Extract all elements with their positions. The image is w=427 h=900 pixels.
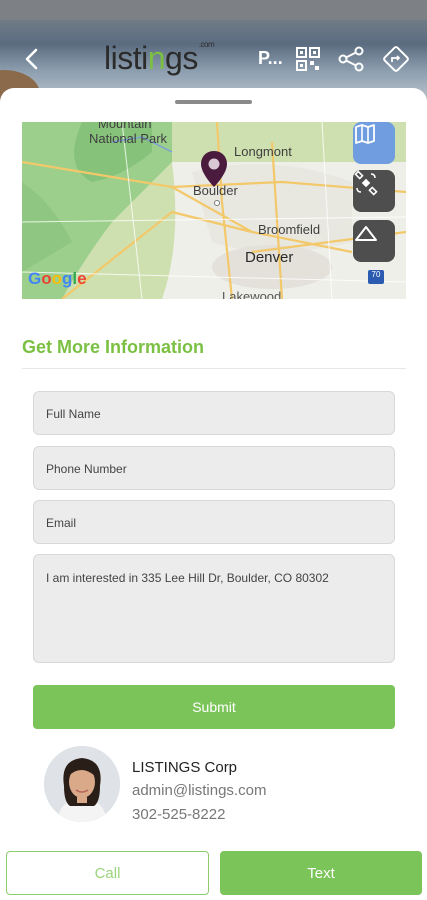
agent-name: LISTINGS Corp — [132, 759, 238, 776]
map-dot — [214, 200, 220, 206]
text-button[interactable]: Text — [220, 851, 422, 895]
logo-text-start: listi — [104, 40, 148, 76]
back-button[interactable] — [18, 45, 46, 73]
share-button[interactable] — [337, 45, 365, 73]
qr-code-button[interactable] — [294, 45, 322, 73]
map-icon — [355, 124, 375, 144]
map-label-lakewood: Lakewood — [222, 289, 282, 299]
map-label-broomfield: Broomfield — [258, 222, 321, 237]
call-button[interactable]: Call — [6, 851, 209, 895]
google-letter: e — [77, 269, 87, 288]
agent-photo — [44, 746, 120, 822]
chevron-left-icon — [25, 48, 38, 70]
interstate-shield: 70 — [368, 270, 384, 284]
share-icon — [338, 46, 364, 72]
section-divider — [22, 368, 406, 369]
section-title: Get More Information — [22, 337, 205, 357]
directions-icon — [383, 46, 409, 72]
status-strip — [0, 0, 427, 20]
terrain-icon — [355, 226, 377, 241]
qr-code-icon — [296, 47, 320, 71]
agent-phone[interactable]: 302-525-8222 — [132, 806, 225, 823]
satellite-icon — [354, 170, 378, 196]
map-label-longmont: Longmont — [234, 144, 292, 159]
map-label-national-park: National Park — [89, 131, 168, 146]
google-logo: Google — [28, 269, 87, 289]
agent-email[interactable]: admin@listings.com — [132, 782, 266, 799]
map-view-button[interactable] — [353, 122, 395, 164]
map-label-mountain: Mountain — [98, 122, 152, 131]
listings-logo: listings.com — [104, 40, 215, 77]
profile-shortcut[interactable]: P... — [258, 48, 283, 69]
location-map[interactable]: Mountain National Park Longmont Boulder … — [22, 122, 406, 299]
map-label-denver: Denver — [245, 249, 294, 266]
satellite-view-button[interactable] — [353, 170, 395, 212]
message-textarea[interactable]: I am interested in 335 Lee Hill Dr, Boul… — [33, 554, 395, 663]
terrain-view-button[interactable] — [353, 220, 395, 262]
full-name-input[interactable]: Full Name — [33, 391, 395, 435]
logo-text-end: gs — [165, 40, 198, 76]
google-letter: G — [28, 269, 42, 288]
submit-button[interactable]: Submit — [33, 685, 395, 729]
agent-avatar — [44, 746, 120, 822]
google-letter: o — [41, 269, 52, 288]
directions-button[interactable] — [382, 45, 410, 73]
logo-suffix: .com — [198, 40, 215, 49]
google-letter: g — [62, 269, 73, 288]
sheet-grabber[interactable] — [175, 100, 252, 104]
location-pin-icon — [201, 151, 227, 187]
email-input[interactable]: Email — [33, 500, 395, 544]
google-letter: o — [51, 269, 63, 288]
phone-number-input[interactable]: Phone Number — [33, 446, 395, 490]
logo-text-accent: n — [147, 40, 166, 76]
